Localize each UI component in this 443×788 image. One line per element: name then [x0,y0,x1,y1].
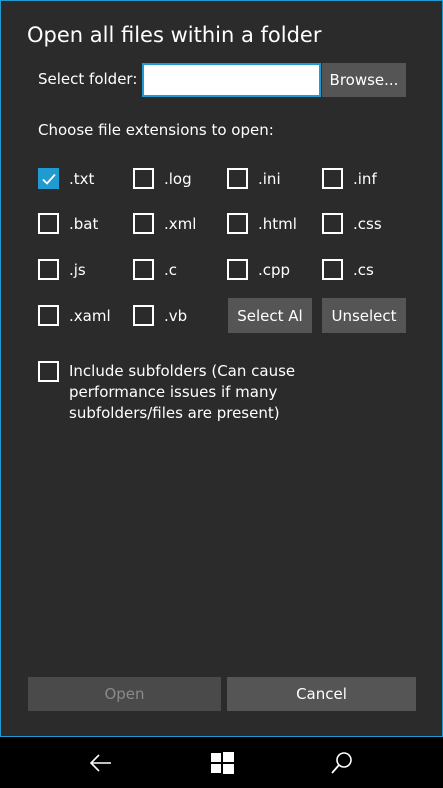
dialog-title: Open all files within a folder [27,23,322,47]
checkbox-label: .inf [353,169,377,188]
checkbox-label: .log [164,169,192,188]
checkbox-box[interactable] [38,213,59,234]
unselect-button[interactable]: Unselect [322,298,406,333]
checkbox-label: .bat [69,214,99,233]
choose-extensions-label: Choose file extensions to open: [38,121,274,139]
checkbox-box[interactable] [38,168,59,189]
checkbox-box[interactable] [38,305,59,326]
checkbox-box[interactable] [133,213,154,234]
system-navigation-bar [0,737,443,788]
checkbox-xaml[interactable]: .xaml [38,305,111,326]
include-subfolders-label: Include subfolders (Can cause performanc… [69,362,296,422]
back-arrow-icon[interactable] [87,749,115,777]
checkbox-cpp[interactable]: .cpp [227,259,290,280]
open-folder-dialog: Open all files within a folder Select fo… [0,0,443,737]
checkbox-label: .css [353,214,382,233]
checkbox-xml[interactable]: .xml [133,213,196,234]
browse-button[interactable]: Browse... [322,63,406,97]
cancel-button[interactable]: Cancel [227,677,416,711]
checkbox-label: .xml [164,214,197,233]
checkbox-label: .vb [164,306,188,325]
checkbox-box[interactable] [133,305,154,326]
checkbox-box[interactable] [38,361,59,382]
checkbox-label: .ini [258,169,281,188]
checkbox-box[interactable] [227,259,248,280]
include-subfolders-checkbox[interactable]: Include subfolders (Can cause performanc… [38,361,389,424]
checkbox-box[interactable] [133,259,154,280]
checkbox-label: .html [258,214,297,233]
checkbox-log[interactable]: .log [133,168,192,189]
checkbox-box[interactable] [322,259,343,280]
checkbox-ini[interactable]: .ini [227,168,281,189]
checkbox-box[interactable] [227,168,248,189]
folder-path-input[interactable] [142,63,321,97]
checkbox-label: .js [69,260,86,279]
checkbox-c[interactable]: .c [133,259,177,280]
checkbox-box[interactable] [322,213,343,234]
checkmark-icon [41,173,56,185]
checkbox-label: .cs [353,260,374,279]
checkbox-html[interactable]: .html [227,213,297,234]
checkbox-label: .xaml [69,306,111,325]
windows-start-icon[interactable] [208,749,236,777]
checkbox-cs[interactable]: .cs [322,259,374,280]
checkbox-box[interactable] [322,168,343,189]
checkbox-bat[interactable]: .bat [38,213,98,234]
checkbox-label: .txt [69,169,95,188]
checkbox-box[interactable] [38,259,59,280]
select-all-button[interactable]: Select Al [228,298,312,333]
open-button[interactable]: Open [28,677,221,711]
search-icon[interactable] [328,749,356,777]
checkbox-vb[interactable]: .vb [133,305,187,326]
checkbox-label: .c [164,260,178,279]
checkbox-css[interactable]: .css [322,213,382,234]
checkbox-txt[interactable]: .txt [38,168,94,189]
checkbox-js[interactable]: .js [38,259,86,280]
select-folder-label: Select folder: [38,70,138,88]
checkbox-inf[interactable]: .inf [322,168,377,189]
checkbox-box[interactable] [227,213,248,234]
checkbox-box[interactable] [133,168,154,189]
checkbox-label: .cpp [258,260,291,279]
